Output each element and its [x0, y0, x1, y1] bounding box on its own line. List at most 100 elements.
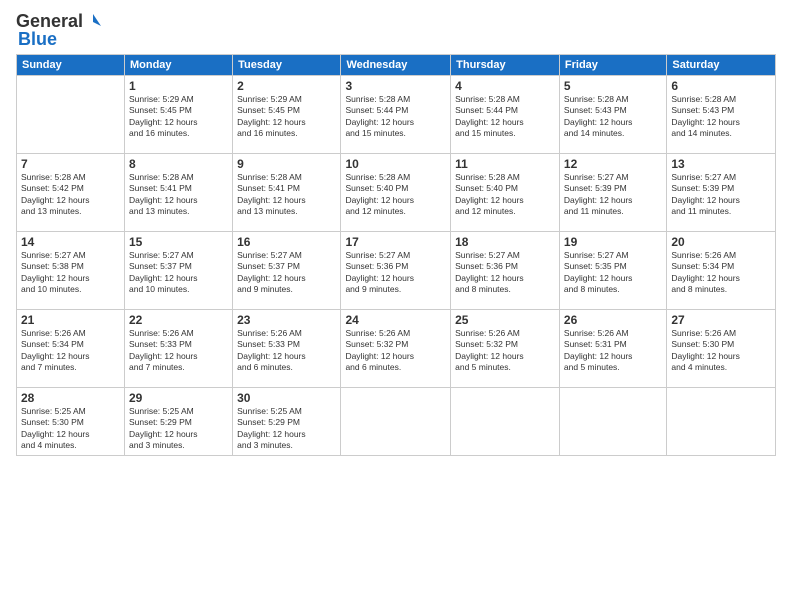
calendar-cell: 20Sunrise: 5:26 AM Sunset: 5:34 PM Dayli… [667, 232, 776, 310]
calendar-cell: 11Sunrise: 5:28 AM Sunset: 5:40 PM Dayli… [451, 154, 560, 232]
day-number: 4 [455, 79, 555, 93]
day-number: 2 [237, 79, 336, 93]
calendar-cell: 10Sunrise: 5:28 AM Sunset: 5:40 PM Dayli… [341, 154, 451, 232]
day-detail: Sunrise: 5:28 AM Sunset: 5:43 PM Dayligh… [564, 94, 662, 140]
day-detail: Sunrise: 5:27 AM Sunset: 5:35 PM Dayligh… [564, 250, 662, 296]
calendar-cell: 26Sunrise: 5:26 AM Sunset: 5:31 PM Dayli… [559, 310, 666, 388]
day-number: 15 [129, 235, 228, 249]
col-header-saturday: Saturday [667, 55, 776, 76]
day-number: 13 [671, 157, 771, 171]
day-number: 18 [455, 235, 555, 249]
calendar-cell: 23Sunrise: 5:26 AM Sunset: 5:33 PM Dayli… [233, 310, 341, 388]
day-number: 3 [345, 79, 446, 93]
day-detail: Sunrise: 5:26 AM Sunset: 5:33 PM Dayligh… [237, 328, 336, 374]
day-detail: Sunrise: 5:27 AM Sunset: 5:36 PM Dayligh… [345, 250, 446, 296]
day-detail: Sunrise: 5:27 AM Sunset: 5:39 PM Dayligh… [564, 172, 662, 218]
calendar-cell: 28Sunrise: 5:25 AM Sunset: 5:30 PM Dayli… [17, 388, 125, 456]
day-number: 24 [345, 313, 446, 327]
day-detail: Sunrise: 5:28 AM Sunset: 5:43 PM Dayligh… [671, 94, 771, 140]
calendar-cell: 16Sunrise: 5:27 AM Sunset: 5:37 PM Dayli… [233, 232, 341, 310]
calendar-cell [451, 388, 560, 456]
day-detail: Sunrise: 5:28 AM Sunset: 5:40 PM Dayligh… [345, 172, 446, 218]
day-number: 11 [455, 157, 555, 171]
day-detail: Sunrise: 5:29 AM Sunset: 5:45 PM Dayligh… [129, 94, 228, 140]
calendar-cell [341, 388, 451, 456]
day-detail: Sunrise: 5:26 AM Sunset: 5:34 PM Dayligh… [671, 250, 771, 296]
day-number: 27 [671, 313, 771, 327]
calendar-cell: 4Sunrise: 5:28 AM Sunset: 5:44 PM Daylig… [451, 76, 560, 154]
day-number: 6 [671, 79, 771, 93]
logo-bird-icon [84, 12, 102, 30]
col-header-tuesday: Tuesday [233, 55, 341, 76]
calendar-cell: 13Sunrise: 5:27 AM Sunset: 5:39 PM Dayli… [667, 154, 776, 232]
calendar-cell: 15Sunrise: 5:27 AM Sunset: 5:37 PM Dayli… [124, 232, 232, 310]
day-detail: Sunrise: 5:26 AM Sunset: 5:30 PM Dayligh… [671, 328, 771, 374]
day-number: 23 [237, 313, 336, 327]
day-number: 30 [237, 391, 336, 405]
day-detail: Sunrise: 5:28 AM Sunset: 5:44 PM Dayligh… [345, 94, 446, 140]
day-detail: Sunrise: 5:28 AM Sunset: 5:44 PM Dayligh… [455, 94, 555, 140]
day-number: 29 [129, 391, 228, 405]
day-number: 28 [21, 391, 120, 405]
calendar-cell [667, 388, 776, 456]
calendar-cell: 21Sunrise: 5:26 AM Sunset: 5:34 PM Dayli… [17, 310, 125, 388]
calendar: SundayMondayTuesdayWednesdayThursdayFrid… [16, 54, 776, 456]
day-number: 25 [455, 313, 555, 327]
calendar-cell: 22Sunrise: 5:26 AM Sunset: 5:33 PM Dayli… [124, 310, 232, 388]
day-detail: Sunrise: 5:25 AM Sunset: 5:29 PM Dayligh… [129, 406, 228, 452]
day-detail: Sunrise: 5:28 AM Sunset: 5:41 PM Dayligh… [237, 172, 336, 218]
calendar-cell: 7Sunrise: 5:28 AM Sunset: 5:42 PM Daylig… [17, 154, 125, 232]
day-detail: Sunrise: 5:26 AM Sunset: 5:31 PM Dayligh… [564, 328, 662, 374]
day-number: 12 [564, 157, 662, 171]
calendar-cell: 17Sunrise: 5:27 AM Sunset: 5:36 PM Dayli… [341, 232, 451, 310]
calendar-cell: 12Sunrise: 5:27 AM Sunset: 5:39 PM Dayli… [559, 154, 666, 232]
calendar-cell [559, 388, 666, 456]
day-number: 22 [129, 313, 228, 327]
day-number: 9 [237, 157, 336, 171]
calendar-cell: 19Sunrise: 5:27 AM Sunset: 5:35 PM Dayli… [559, 232, 666, 310]
calendar-cell: 30Sunrise: 5:25 AM Sunset: 5:29 PM Dayli… [233, 388, 341, 456]
day-detail: Sunrise: 5:26 AM Sunset: 5:32 PM Dayligh… [455, 328, 555, 374]
day-detail: Sunrise: 5:27 AM Sunset: 5:37 PM Dayligh… [129, 250, 228, 296]
day-number: 7 [21, 157, 120, 171]
calendar-cell: 6Sunrise: 5:28 AM Sunset: 5:43 PM Daylig… [667, 76, 776, 154]
calendar-cell: 1Sunrise: 5:29 AM Sunset: 5:45 PM Daylig… [124, 76, 232, 154]
day-number: 5 [564, 79, 662, 93]
day-detail: Sunrise: 5:27 AM Sunset: 5:39 PM Dayligh… [671, 172, 771, 218]
day-detail: Sunrise: 5:26 AM Sunset: 5:33 PM Dayligh… [129, 328, 228, 374]
day-detail: Sunrise: 5:29 AM Sunset: 5:45 PM Dayligh… [237, 94, 336, 140]
calendar-cell: 9Sunrise: 5:28 AM Sunset: 5:41 PM Daylig… [233, 154, 341, 232]
day-detail: Sunrise: 5:26 AM Sunset: 5:32 PM Dayligh… [345, 328, 446, 374]
col-header-wednesday: Wednesday [341, 55, 451, 76]
calendar-cell: 18Sunrise: 5:27 AM Sunset: 5:36 PM Dayli… [451, 232, 560, 310]
day-detail: Sunrise: 5:25 AM Sunset: 5:29 PM Dayligh… [237, 406, 336, 452]
day-detail: Sunrise: 5:27 AM Sunset: 5:38 PM Dayligh… [21, 250, 120, 296]
col-header-sunday: Sunday [17, 55, 125, 76]
day-detail: Sunrise: 5:27 AM Sunset: 5:37 PM Dayligh… [237, 250, 336, 296]
day-number: 20 [671, 235, 771, 249]
calendar-cell: 25Sunrise: 5:26 AM Sunset: 5:32 PM Dayli… [451, 310, 560, 388]
calendar-cell: 2Sunrise: 5:29 AM Sunset: 5:45 PM Daylig… [233, 76, 341, 154]
calendar-cell: 5Sunrise: 5:28 AM Sunset: 5:43 PM Daylig… [559, 76, 666, 154]
calendar-cell: 24Sunrise: 5:26 AM Sunset: 5:32 PM Dayli… [341, 310, 451, 388]
day-number: 26 [564, 313, 662, 327]
day-number: 19 [564, 235, 662, 249]
day-detail: Sunrise: 5:28 AM Sunset: 5:42 PM Dayligh… [21, 172, 120, 218]
day-detail: Sunrise: 5:28 AM Sunset: 5:40 PM Dayligh… [455, 172, 555, 218]
calendar-cell: 14Sunrise: 5:27 AM Sunset: 5:38 PM Dayli… [17, 232, 125, 310]
day-number: 16 [237, 235, 336, 249]
day-number: 21 [21, 313, 120, 327]
calendar-cell: 27Sunrise: 5:26 AM Sunset: 5:30 PM Dayli… [667, 310, 776, 388]
logo-blue: Blue [18, 30, 102, 48]
day-detail: Sunrise: 5:28 AM Sunset: 5:41 PM Dayligh… [129, 172, 228, 218]
day-number: 10 [345, 157, 446, 171]
day-detail: Sunrise: 5:27 AM Sunset: 5:36 PM Dayligh… [455, 250, 555, 296]
logo: General Blue [16, 12, 102, 48]
day-detail: Sunrise: 5:26 AM Sunset: 5:34 PM Dayligh… [21, 328, 120, 374]
calendar-cell: 29Sunrise: 5:25 AM Sunset: 5:29 PM Dayli… [124, 388, 232, 456]
day-number: 8 [129, 157, 228, 171]
calendar-cell: 8Sunrise: 5:28 AM Sunset: 5:41 PM Daylig… [124, 154, 232, 232]
logo-general: General [16, 12, 83, 30]
day-number: 17 [345, 235, 446, 249]
col-header-monday: Monday [124, 55, 232, 76]
